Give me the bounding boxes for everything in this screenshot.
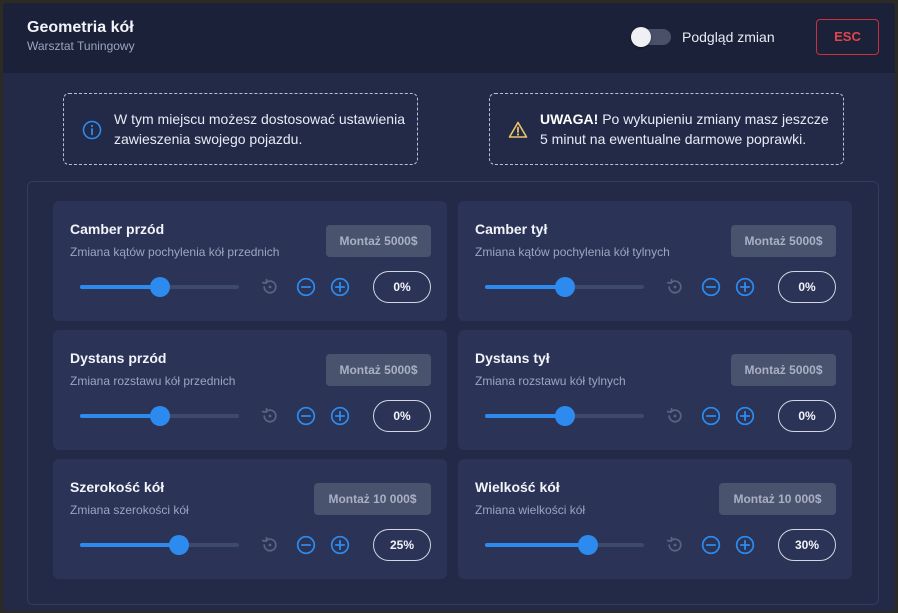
- card-title: Camber tył: [475, 221, 548, 237]
- slider-handle[interactable]: [578, 535, 598, 555]
- adjustment-card: Camber tył Zmiana kątów pochylenia kół ty…: [458, 201, 852, 321]
- adjustment-slider[interactable]: [485, 535, 644, 555]
- value-display: 0%: [778, 271, 836, 303]
- install-price-button[interactable]: Montaż 5000$: [731, 225, 836, 257]
- adjustment-card: Camber przód Zmiana kątów pochylenia kół …: [53, 201, 447, 321]
- adjustment-card: Dystans przód Zmiana rozstawu kół przedni…: [53, 330, 447, 450]
- adjustment-card: Wielkość kół Zmiana wielkości kół Montaż 1…: [458, 459, 852, 579]
- geometry-panel: Geometria kół Warsztat Tuningowy Podgląd…: [3, 3, 895, 611]
- install-price-button[interactable]: Montaż 10 000$: [314, 483, 431, 515]
- reset-icon[interactable]: [665, 277, 685, 297]
- plus-icon[interactable]: [330, 406, 350, 426]
- reset-icon[interactable]: [260, 277, 280, 297]
- install-price-button[interactable]: Montaż 5000$: [731, 354, 836, 386]
- header: Geometria kół Warsztat Tuningowy Podgląd…: [3, 3, 895, 73]
- warning-notice-text: UWAGA! Po wykupieniu zmiany masz jeszcze…: [540, 109, 840, 149]
- value-display: 0%: [373, 271, 431, 303]
- adjustment-slider[interactable]: [485, 406, 644, 426]
- value-display: 0%: [373, 400, 431, 432]
- slider-handle[interactable]: [150, 277, 170, 297]
- card-title: Camber przód: [70, 221, 165, 237]
- plus-icon[interactable]: [330, 277, 350, 297]
- warning-notice-bold: UWAGA!: [540, 111, 599, 127]
- reset-icon[interactable]: [260, 406, 280, 426]
- esc-button[interactable]: ESC: [816, 19, 879, 55]
- install-price-button[interactable]: Montaż 5000$: [326, 354, 431, 386]
- install-price-button[interactable]: Montaż 5000$: [326, 225, 431, 257]
- minus-icon[interactable]: [296, 406, 316, 426]
- card-description: Zmiana rozstawu kół tylnych: [475, 374, 626, 388]
- preview-toggle-label: Podgląd zmian: [682, 29, 775, 45]
- adjustment-slider[interactable]: [80, 277, 239, 297]
- info-notice-text: W tym miejscu możesz dostosować ustawien…: [114, 111, 405, 147]
- card-title: Dystans tył: [475, 350, 550, 366]
- adjustment-slider[interactable]: [80, 406, 239, 426]
- card-title: Dystans przód: [70, 350, 167, 366]
- value-display: 30%: [778, 529, 836, 561]
- card-description: Zmiana kątów pochylenia kół tylnych: [475, 245, 670, 259]
- adjustment-slider[interactable]: [485, 277, 644, 297]
- warning-notice: UWAGA! Po wykupieniu zmiany masz jeszcze…: [489, 93, 844, 165]
- adjustment-slider[interactable]: [80, 535, 239, 555]
- minus-icon[interactable]: [296, 277, 316, 297]
- card-description: Zmiana szerokości kół: [70, 503, 189, 517]
- reset-icon[interactable]: [260, 535, 280, 555]
- card-description: Zmiana rozstawu kół przednich: [70, 374, 236, 388]
- slider-fill: [485, 414, 565, 418]
- plus-icon[interactable]: [735, 277, 755, 297]
- warning-icon: [508, 120, 528, 140]
- value-display: 25%: [373, 529, 431, 561]
- slider-fill: [80, 285, 160, 289]
- slider-handle[interactable]: [169, 535, 189, 555]
- page-title: Geometria kół: [27, 19, 134, 36]
- reset-icon[interactable]: [665, 406, 685, 426]
- info-notice: W tym miejscu możesz dostosować ustawien…: [63, 93, 418, 165]
- plus-icon[interactable]: [735, 406, 755, 426]
- card-description: Zmiana kątów pochylenia kół przednich: [70, 245, 280, 259]
- card-title: Wielkość kół: [475, 479, 560, 495]
- minus-icon[interactable]: [701, 535, 721, 555]
- card-title: Szerokość kół: [70, 479, 165, 495]
- preview-toggle[interactable]: [631, 27, 671, 47]
- value-display: 0%: [778, 400, 836, 432]
- minus-icon[interactable]: [701, 406, 721, 426]
- slider-fill: [80, 414, 160, 418]
- toggle-knob: [631, 27, 651, 47]
- slider-handle[interactable]: [555, 277, 575, 297]
- slider-fill: [80, 543, 179, 547]
- slider-handle[interactable]: [555, 406, 575, 426]
- install-price-button[interactable]: Montaż 10 000$: [719, 483, 836, 515]
- slider-handle[interactable]: [150, 406, 170, 426]
- reset-icon[interactable]: [665, 535, 685, 555]
- minus-icon[interactable]: [296, 535, 316, 555]
- slider-fill: [485, 285, 565, 289]
- minus-icon[interactable]: [701, 277, 721, 297]
- slider-fill: [485, 543, 588, 547]
- plus-icon[interactable]: [735, 535, 755, 555]
- adjustment-card: Szerokość kół Zmiana szerokości kół Montaż…: [53, 459, 447, 579]
- page-subtitle: Warsztat Tuningowy: [27, 39, 135, 53]
- info-icon: [82, 120, 102, 140]
- adjustment-card: Dystans tył Zmiana rozstawu kół tylnych Mo…: [458, 330, 852, 450]
- plus-icon[interactable]: [330, 535, 350, 555]
- card-description: Zmiana wielkości kół: [475, 503, 586, 517]
